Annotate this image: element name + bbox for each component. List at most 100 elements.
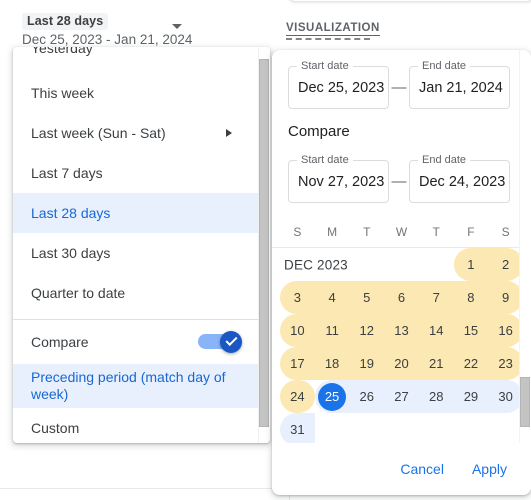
calendar-day-cell[interactable]: 22 xyxy=(453,347,489,380)
bottom-card-edge xyxy=(0,488,290,500)
calendar-day-cell[interactable]: 29 xyxy=(453,380,489,413)
panel-scrollbar-thumb[interactable] xyxy=(520,377,530,427)
top-card-edge xyxy=(288,0,531,2)
calendar-day-number: 29 xyxy=(463,389,479,404)
menu-item-label: Last 28 days xyxy=(31,205,111,221)
compare-start-date-field[interactable]: Start date Nov 27, 2023 xyxy=(288,154,389,203)
field-label: End date xyxy=(418,60,471,72)
calendar-week-row: DEC 2023 1 2 xyxy=(280,248,523,281)
calendar-week-row: 17 18 19 20 21 22 23 xyxy=(280,347,523,380)
calendar-day-cell[interactable]: 15 xyxy=(453,314,489,347)
menu-item-last-30-days[interactable]: Last 30 days xyxy=(13,233,258,273)
compare-range-separator: — xyxy=(391,173,407,190)
date-preset-chip: Last 28 days xyxy=(22,13,109,30)
field-label: End date xyxy=(418,154,471,166)
calendar-grid: DEC 2023 1 2 3 4 5 6 7 8 9 10 11 12 13 14 15 16 17 18 19 20 2… xyxy=(272,248,531,446)
calendar-day-cell[interactable]: 4 xyxy=(314,281,350,314)
menu-item-custom[interactable]: Custom xyxy=(13,408,258,443)
menu-item-last-7-days[interactable]: Last 7 days xyxy=(13,153,258,193)
primary-date-fields: Start date Dec 25, 2023 — End date Jan 2… xyxy=(272,50,531,109)
calendar-day-cell[interactable]: 7 xyxy=(418,281,454,314)
chevron-down-icon[interactable] xyxy=(172,24,182,29)
menu-item-label: Last 30 days xyxy=(31,245,111,261)
calendar-day-cell[interactable]: 31 xyxy=(280,413,315,446)
menu-scrollbar-track[interactable] xyxy=(258,47,270,443)
date-range-separator: — xyxy=(391,79,407,96)
menu-item-this-week[interactable]: This week xyxy=(13,73,258,113)
calendar-day-cell[interactable]: 3 xyxy=(280,281,315,314)
calendar-day-cell[interactable]: 27 xyxy=(384,380,419,413)
calendar-day-number: 6 xyxy=(397,290,406,305)
field-label: Start date xyxy=(297,60,353,72)
calendar-day-cell[interactable]: 26 xyxy=(349,380,385,413)
calendar-day-cell[interactable]: 12 xyxy=(349,314,385,347)
menu-scrollbar-thumb[interactable] xyxy=(259,59,269,427)
calendar-day-cell[interactable]: 23 xyxy=(488,347,523,380)
calendar-day-cell[interactable]: 11 xyxy=(314,314,350,347)
date-range-control[interactable]: Last 28 days Dec 25, 2023 - Jan 21, 2024 xyxy=(22,12,222,47)
weekday-label: W xyxy=(395,225,408,239)
calendar-day-cell[interactable]: 10 xyxy=(280,314,315,347)
calendar-day-cell[interactable]: 21 xyxy=(418,347,454,380)
primary-end-date-field[interactable]: End date Jan 21, 2024 xyxy=(409,60,510,109)
menu-item-yesterday[interactable]: Yesterday xyxy=(13,47,258,73)
calendar-day-number: 30 xyxy=(498,389,513,404)
calendar-empty-cell xyxy=(419,248,454,281)
calendar-empty-cell xyxy=(419,413,454,446)
weekday-label: M xyxy=(327,225,338,239)
calendar-day-number: 31 xyxy=(290,422,305,437)
calendar-day-cell[interactable]: 20 xyxy=(384,347,419,380)
calendar-day-cell[interactable]: 16 xyxy=(488,314,523,347)
calendar-day-cell[interactable]: 5 xyxy=(349,281,385,314)
calendar-day-cell[interactable]: 2 xyxy=(488,248,523,281)
calendar-empty-cell xyxy=(349,248,384,281)
menu-item-last-28-days[interactable]: Last 28 days xyxy=(13,193,258,233)
visualization-dashed-underline xyxy=(286,38,370,40)
cancel-button[interactable]: Cancel xyxy=(390,453,454,485)
date-preset-menu: Yesterday This week Last week (Sun - Sat… xyxy=(13,47,270,443)
menu-item-quarter-to-date[interactable]: Quarter to date xyxy=(13,273,258,313)
calendar-day-cell[interactable]: 28 xyxy=(418,380,454,413)
calendar-day-number: 15 xyxy=(463,323,479,338)
calendar-day-cell[interactable]: 1 xyxy=(453,248,489,281)
calendar-empty-cell xyxy=(349,413,384,446)
menu-item-last-week[interactable]: Last week (Sun - Sat) xyxy=(13,113,258,153)
weekday-label: T xyxy=(432,225,440,239)
date-range-panel: Start date Dec 25, 2023 — End date Jan 2… xyxy=(272,50,531,495)
compare-toggle[interactable] xyxy=(198,331,242,353)
date-range-text: Dec 25, 2023 - Jan 21, 2024 xyxy=(22,32,193,47)
calendar-day-cell[interactable]: 14 xyxy=(418,314,454,347)
menu-item-preceding-period[interactable]: Preceding period (match day of week) xyxy=(13,364,258,408)
calendar-day-cell[interactable]: 6 xyxy=(384,281,419,314)
apply-button[interactable]: Apply xyxy=(462,453,517,485)
calendar-day-cell[interactable]: 25 xyxy=(314,380,350,413)
calendar-day-cell[interactable]: 19 xyxy=(349,347,385,380)
compare-label: Compare xyxy=(31,334,89,350)
menu-item-label: Preceding period (match day of week) xyxy=(31,369,226,402)
panel-footer: Cancel Apply xyxy=(272,443,531,495)
weekday-label: S xyxy=(293,225,302,239)
calendar-day-cell[interactable]: 18 xyxy=(314,347,350,380)
calendar-day-number: 25 xyxy=(318,382,347,411)
field-value: Dec 24, 2023 xyxy=(419,173,506,190)
calendar-day-cell[interactable]: 24 xyxy=(280,380,315,413)
compare-end-date-field[interactable]: End date Dec 24, 2023 xyxy=(409,154,510,203)
calendar-week-row: 24 25 26 27 28 29 30 xyxy=(280,380,523,413)
primary-start-date-field[interactable]: Start date Dec 25, 2023 xyxy=(288,60,389,109)
calendar-day-cell[interactable]: 30 xyxy=(488,380,523,413)
calendar-day-number: 26 xyxy=(359,389,375,404)
calendar-day-number: 12 xyxy=(359,323,375,338)
field-value: Nov 27, 2023 xyxy=(298,173,385,190)
calendar-week-row: 31 xyxy=(280,413,523,446)
calendar-day-number: 23 xyxy=(498,356,513,371)
calendar-day-number: 14 xyxy=(428,323,444,338)
menu-compare-toggle-row[interactable]: Compare xyxy=(13,320,258,364)
calendar-day-cell[interactable]: 17 xyxy=(280,347,315,380)
calendar-day-cell[interactable]: 9 xyxy=(488,281,523,314)
calendar-day-cell[interactable]: 8 xyxy=(453,281,489,314)
panel-scrollbar-track[interactable] xyxy=(519,50,531,443)
field-label: Start date xyxy=(297,154,353,166)
calendar-day-number: 5 xyxy=(363,290,371,305)
calendar-week-row: 3 4 5 6 7 8 9 xyxy=(280,281,523,314)
calendar-day-cell[interactable]: 13 xyxy=(384,314,419,347)
